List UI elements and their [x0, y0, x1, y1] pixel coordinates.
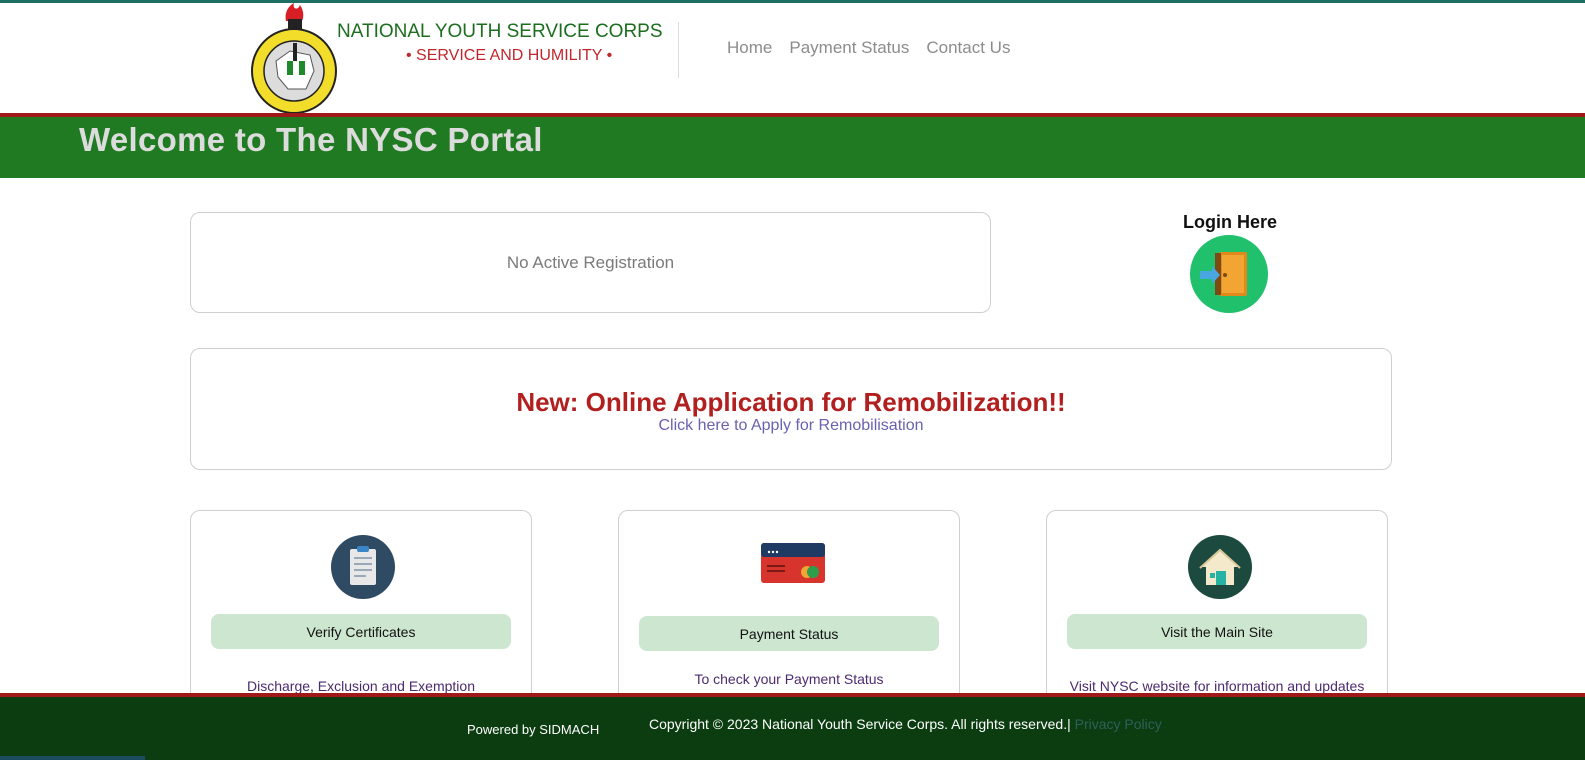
- remobilization-title: New: Online Application for Remobilizati…: [516, 387, 1066, 417]
- verify-certificates-card: Verify Certificates Discharge, Exclusion…: [190, 510, 532, 710]
- visit-main-site-button[interactable]: Visit the Main Site: [1067, 614, 1367, 649]
- nav-payment-status[interactable]: Payment Status: [789, 38, 909, 58]
- nav-contact-us[interactable]: Contact Us: [926, 38, 1010, 58]
- page-title: Welcome to The NYSC Portal: [79, 121, 543, 158]
- nysc-logo-icon[interactable]: [250, 3, 338, 113]
- house-icon: [1188, 535, 1252, 599]
- credit-card-icon: [761, 543, 825, 583]
- org-name: NATIONAL YOUTH SERVICE CORPS: [337, 21, 663, 42]
- remobilization-card: New: Online Application for Remobilizati…: [190, 348, 1392, 470]
- payment-status-button[interactable]: Payment Status: [639, 616, 939, 651]
- verify-certificates-desc: Discharge, Exclusion and Exemption: [246, 678, 475, 694]
- bottom-accent-bar: [0, 756, 145, 760]
- powered-by-text: Powered by SIDMACH: [467, 722, 600, 737]
- copyright-label: Copyright © 2023 National Youth Service …: [649, 716, 1071, 732]
- main-site-desc: Visit NYSC website for information and u…: [1069, 678, 1365, 694]
- verify-certificates-button[interactable]: Verify Certificates: [211, 614, 511, 649]
- door-exit-icon[interactable]: [1190, 235, 1268, 313]
- login-label[interactable]: Login Here: [1180, 212, 1280, 233]
- remobilization-apply-link[interactable]: Click here to Apply for Remobilisation: [191, 417, 1391, 435]
- nav-home[interactable]: Home: [727, 38, 772, 58]
- top-accent-line: [0, 0, 1585, 3]
- org-motto: • SERVICE AND HUMILITY •: [406, 47, 613, 64]
- header-divider: [678, 22, 679, 78]
- payment-status-desc: To check your Payment Status: [694, 671, 884, 687]
- main-site-card: Visit the Main Site Visit NYSC website f…: [1046, 510, 1388, 710]
- payment-status-card: Payment Status To check your Payment Sta…: [618, 510, 960, 710]
- main-nav: Home Payment Status Contact Us: [727, 38, 1010, 58]
- privacy-policy-link[interactable]: Privacy Policy: [1071, 716, 1162, 732]
- copyright-text: Copyright © 2023 National Youth Service …: [649, 716, 1162, 732]
- clipboard-icon: [331, 535, 395, 599]
- registration-status-card: No Active Registration: [190, 212, 991, 313]
- registration-status-text: No Active Registration: [506, 252, 675, 272]
